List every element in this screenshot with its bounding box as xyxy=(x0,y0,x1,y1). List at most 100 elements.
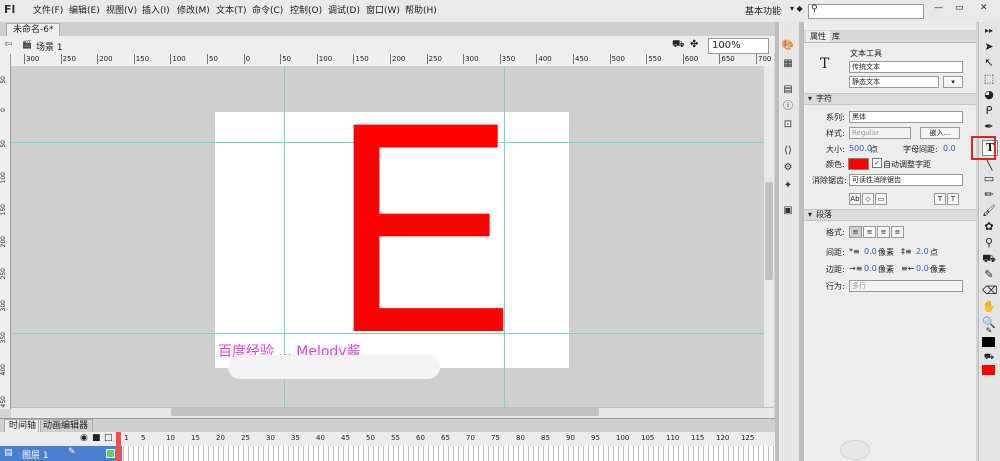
tab-timeline[interactable]: 时间轴 xyxy=(4,419,42,433)
behavior-select[interactable]: 多行 xyxy=(849,280,963,292)
info-panel-icon[interactable]: ⓘ xyxy=(781,101,795,113)
text-mode-select[interactable]: 静态文本 xyxy=(849,76,939,88)
text-type-select[interactable]: 传统文本 xyxy=(849,61,963,73)
back-arrow-icon[interactable]: ⇦ xyxy=(4,39,12,50)
scene-panel-icon[interactable]: ▣ xyxy=(781,205,795,217)
embed-button[interactable]: 嵌入... xyxy=(920,127,960,139)
anti-alias-select[interactable]: 可读性消除锯齿 xyxy=(849,174,963,186)
deco-tool-icon[interactable]: ✿ xyxy=(982,220,996,234)
brush-tool-icon[interactable]: 🖌 xyxy=(982,204,996,218)
document-tab[interactable]: 未命名-6* xyxy=(6,23,61,37)
free-transform-tool-icon[interactable]: ⬚ xyxy=(982,72,996,86)
border-icon[interactable]: ▭ xyxy=(875,193,887,205)
align-panel-icon[interactable]: ▤ xyxy=(781,84,795,96)
ruler-label: 450 xyxy=(0,396,7,408)
auto-kern-checkbox[interactable]: ✓ xyxy=(872,158,882,168)
menu-help[interactable]: 帮助(H) xyxy=(405,4,437,18)
minimize-icon[interactable]: — xyxy=(934,3,943,13)
eraser-tool-icon[interactable]: ⌫ xyxy=(982,284,998,298)
align-center-icon[interactable]: ≡ xyxy=(863,226,876,238)
swatches-panel-icon[interactable]: ▦ xyxy=(781,58,795,70)
app-logo: Fl xyxy=(4,3,16,16)
section-paragraph[interactable]: ▾ 段落 xyxy=(804,209,976,221)
line-tool-icon[interactable]: ╲ xyxy=(982,158,996,172)
playhead[interactable] xyxy=(116,432,121,461)
3d-rotation-tool-icon[interactable]: ◕ xyxy=(982,88,996,102)
right-margin-value[interactable]: 0.0 xyxy=(916,264,929,273)
text-letter-e[interactable]: E xyxy=(331,77,515,377)
font-style-select[interactable]: Regular xyxy=(849,127,911,139)
frame-ruler[interactable]: 1 5 10 15 20 25 30 35 40 45 50 55 60 65 70 75 80 85 90 95 10… xyxy=(123,432,775,446)
components-icon[interactable]: ⚙ xyxy=(781,162,795,174)
vertical-scroll-thumb[interactable] xyxy=(765,182,773,280)
tab-library[interactable]: 库 xyxy=(828,31,844,42)
menu-insert[interactable]: 插入(I) xyxy=(142,4,170,18)
tools-collapse-icon[interactable]: ▸▸ xyxy=(982,24,996,38)
horizontal-scroll-thumb[interactable] xyxy=(171,408,599,416)
menu-view[interactable]: 视图(V) xyxy=(106,4,137,18)
layer-color-icon[interactable] xyxy=(106,449,115,458)
edit-scene-icon[interactable]: ⛟ xyxy=(672,39,685,52)
menu-debug[interactable]: 调试(D) xyxy=(328,4,360,18)
pen-tool-icon[interactable]: ✒ xyxy=(982,120,996,134)
letter-spacing-label: 字母间距: xyxy=(903,145,938,154)
bone-tool-icon[interactable]: ⚲ xyxy=(982,236,996,250)
menu-modify[interactable]: 修改(M) xyxy=(177,4,210,18)
eyedropper-tool-icon[interactable]: ✎ xyxy=(982,268,996,282)
frame-grid[interactable] xyxy=(123,446,775,461)
spacing-label: 间距: xyxy=(826,248,845,257)
restore-icon[interactable]: ▭ xyxy=(955,3,964,13)
align-left-icon[interactable]: ≡ xyxy=(849,226,862,238)
rectangle-tool-icon[interactable]: ▭ xyxy=(982,172,996,186)
menu-commands[interactable]: 命令(C) xyxy=(252,4,283,18)
font-family-select[interactable]: 黑体 xyxy=(849,111,963,123)
subscript-icon[interactable]: T xyxy=(947,193,959,205)
lasso-tool-icon[interactable]: ᑭ xyxy=(982,104,996,118)
align-right-icon[interactable]: ≡ xyxy=(877,226,890,238)
eye-icon[interactable]: ◉ xyxy=(80,433,88,443)
letter-spacing-value[interactable]: 0.0 xyxy=(943,144,956,153)
sync-icon[interactable]: ▾ ◆ xyxy=(790,4,803,13)
menu-window[interactable]: 窗口(W) xyxy=(366,4,400,18)
subselection-tool-icon[interactable]: ↖ xyxy=(982,56,996,70)
outline-icon[interactable]: □ xyxy=(104,433,113,443)
hand-tool-icon[interactable]: ✋ xyxy=(982,300,996,314)
menu-file[interactable]: 文件(F) xyxy=(33,4,63,18)
left-margin-value[interactable]: 0.0 xyxy=(864,264,877,273)
zoom-select[interactable]: 100% xyxy=(708,38,769,54)
section-character[interactable]: ▾ 字符 xyxy=(804,93,976,105)
menu-control[interactable]: 控制(O) xyxy=(290,4,322,18)
right-margin-icon: ≡← xyxy=(901,264,915,273)
tab-motion-editor[interactable]: 动画编辑器 xyxy=(38,419,94,433)
scene-name[interactable]: 场景 1 xyxy=(36,40,63,53)
selection-tool-icon[interactable]: ➤ xyxy=(982,40,996,54)
tab-properties[interactable]: 属性 xyxy=(806,31,830,42)
layer-row[interactable]: ▤ 图层 1 ✎ xyxy=(0,446,122,461)
text-color-swatch[interactable] xyxy=(848,158,869,170)
lock-icon[interactable]: ■ xyxy=(92,433,101,443)
workspace-switcher[interactable]: 基本功能 xyxy=(745,4,781,17)
superscript-icon[interactable]: T xyxy=(934,193,946,205)
edit-symbols-icon[interactable]: ✤ xyxy=(690,39,698,50)
font-size-value[interactable]: 500.0 xyxy=(849,144,872,153)
paint-bucket-tool-icon[interactable]: ⛟ xyxy=(982,252,996,266)
close-icon[interactable]: ✕ xyxy=(980,3,988,13)
color-panel-icon[interactable]: 🎨 xyxy=(781,40,795,52)
menu-text[interactable]: 文本(T) xyxy=(216,4,247,18)
pencil-tool-icon[interactable]: ✏ xyxy=(982,188,996,202)
help-search-input[interactable]: ⚲ xyxy=(808,4,924,19)
indent-value[interactable]: 0.0 xyxy=(864,247,877,256)
align-justify-icon[interactable]: ≡ xyxy=(891,226,904,238)
layer-name[interactable]: 图层 1 xyxy=(22,448,49,461)
fill-color-swatch[interactable] xyxy=(982,365,995,375)
stroke-color-swatch[interactable] xyxy=(982,337,995,347)
transform-panel-icon[interactable]: ⊡ xyxy=(781,119,795,131)
section-character-label: 字符 xyxy=(816,94,832,103)
menu-edit[interactable]: 编辑(E) xyxy=(69,4,100,18)
html-render-icon[interactable]: ◇ xyxy=(862,193,874,205)
motion-presets-icon[interactable]: ✦ xyxy=(781,180,795,192)
selectable-text-icon[interactable]: Ab xyxy=(849,193,861,205)
line-spacing-value[interactable]: 2.0 xyxy=(916,247,929,256)
orientation-button[interactable]: ▾ xyxy=(943,76,963,88)
code-snippets-icon[interactable]: ⟨⟩ xyxy=(781,145,795,157)
